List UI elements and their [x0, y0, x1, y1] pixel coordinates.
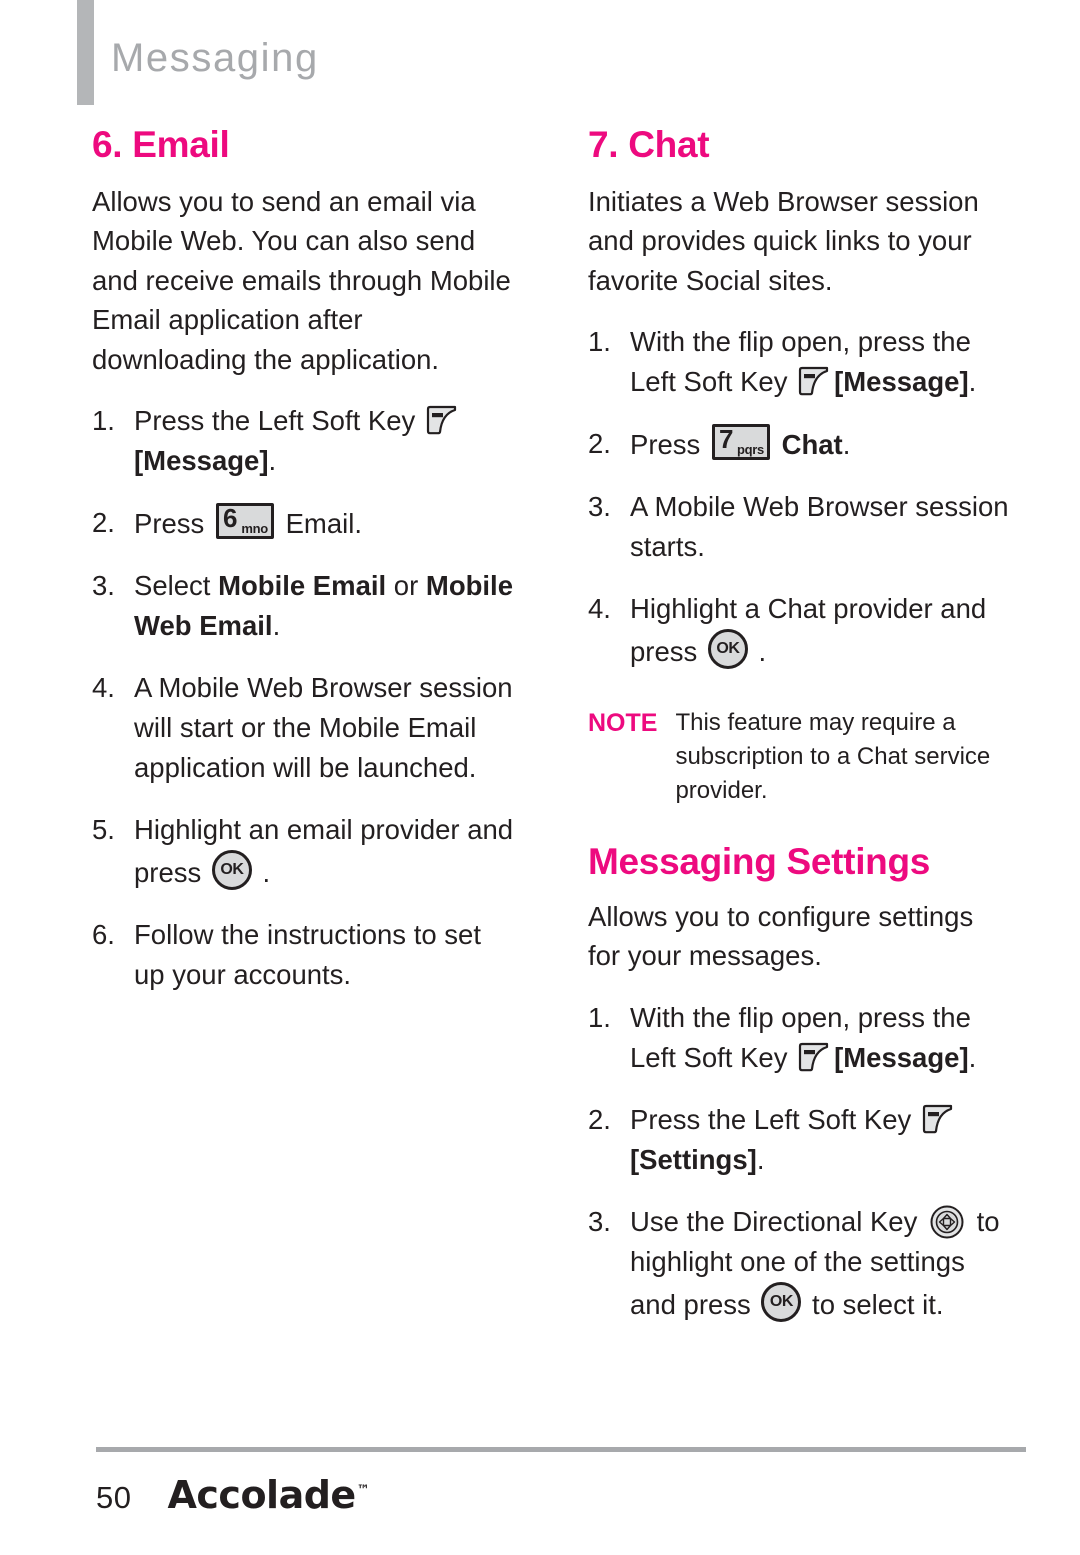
- step-mid-text: or: [386, 570, 426, 602]
- number-key-6-icon: 6 mno: [215, 503, 274, 540]
- header-accent-bar: [77, 0, 94, 105]
- step-item: 4. Highlight a Chat provider and press OK…: [588, 589, 1012, 672]
- number-key-digit: 6: [222, 503, 238, 534]
- step-text: A Mobile Web Browser session starts.: [630, 491, 1009, 563]
- step-number: 3.: [588, 1205, 611, 1237]
- number-key-letters: pqrs: [736, 442, 764, 458]
- step-item: 2. Press 7 pqrs Chat.: [588, 424, 1012, 465]
- step-number: 4.: [588, 593, 611, 625]
- brand-name: Accolade™: [167, 1473, 369, 1517]
- step-text: Follow the instructions to set up your a…: [134, 919, 481, 991]
- step-item: 2. Press the Left Soft Key [Settings].: [588, 1100, 1012, 1180]
- step-item: 1. With the flip open, press the Left Sof…: [588, 998, 1012, 1078]
- step-trailing: .: [272, 610, 281, 642]
- left-soft-key-icon: [922, 1104, 955, 1134]
- page-footer: 50 Accolade™: [96, 1395, 1080, 1555]
- step-trailing: .: [968, 1041, 977, 1073]
- step-bold-text: Mobile Email: [218, 570, 387, 602]
- step-text-after: .: [254, 857, 271, 889]
- section-heading-chat: 7. Chat: [588, 124, 710, 165]
- step-bold-text: [Settings]: [630, 1143, 757, 1175]
- step-text: Use the Directional Key: [630, 1205, 925, 1237]
- running-header: Messaging: [77, 0, 319, 105]
- page-number: 50: [96, 1480, 132, 1515]
- page-title: Messaging: [111, 36, 319, 80]
- section-heading-messaging-settings: Messaging Settings: [588, 841, 931, 883]
- left-soft-key-icon: [798, 1042, 831, 1072]
- section-intro-chat: Initiates a Web Browser session and prov…: [588, 185, 979, 296]
- ok-key-icon: OK: [761, 1281, 802, 1322]
- step-text: A Mobile Web Browser session will start …: [134, 672, 513, 784]
- step-text: Press: [134, 508, 212, 540]
- step-bold-text: Chat: [781, 429, 843, 461]
- ok-key-icon: OK: [707, 629, 748, 670]
- step-number: 3.: [588, 491, 611, 523]
- step-trailing: .: [842, 429, 851, 461]
- step-item: 3. Select Mobile Email or Mobile Web Emai…: [92, 566, 516, 646]
- step-item: 1. Press the Left Soft Key [Message].: [92, 401, 516, 481]
- directional-key-icon: [929, 1204, 965, 1240]
- step-text-after: .: [750, 636, 767, 668]
- section-heading-email: 6. Email: [92, 124, 230, 165]
- step-number: 1.: [92, 405, 115, 437]
- step-number: 1.: [588, 326, 611, 358]
- note-text: This feature may require a subscription …: [675, 709, 991, 805]
- step-text: Select: [134, 570, 219, 602]
- trademark-symbol: ™: [356, 1483, 370, 1499]
- step-number: 2.: [588, 1103, 611, 1135]
- note-label: NOTE: [588, 709, 658, 738]
- step-text: Press the Left Soft Key: [630, 1103, 919, 1135]
- step-item: 2. Press 6 mno Email.: [92, 503, 516, 544]
- ok-key-label: OK: [769, 1292, 794, 1310]
- step-item: 6. Follow the instructions to set up your…: [92, 915, 516, 995]
- step-trailing: .: [268, 445, 277, 477]
- section-intro-email: Allows you to send an email via Mobile W…: [92, 185, 511, 375]
- step-text: Press the Left Soft Key: [134, 405, 423, 437]
- step-item: 5. Highlight an email provider and press …: [92, 810, 516, 893]
- step-bold-text: [Message]: [834, 366, 969, 398]
- step-number: 6.: [92, 919, 115, 951]
- steps-list-email: 1. Press the Left Soft Key [Message]. 2. P…: [92, 401, 516, 995]
- number-key-digit: 7: [718, 424, 734, 455]
- footer-content: 50 Accolade™: [96, 1473, 370, 1517]
- footer-divider: [96, 1447, 1026, 1452]
- step-trailing: .: [968, 366, 977, 398]
- step-text-after: Email.: [277, 508, 362, 540]
- steps-list-chat: 1. With the flip open, press the Left Sof…: [588, 322, 1012, 672]
- left-soft-key-icon: [426, 405, 459, 435]
- step-item: 4. A Mobile Web Browser session will star…: [92, 668, 516, 788]
- left-column: 6. Email Allows you to send an email via…: [92, 124, 516, 1325]
- step-number: 2.: [92, 507, 115, 539]
- number-key-letters: mno: [241, 521, 268, 537]
- step-text: Press: [630, 429, 708, 461]
- content-columns: 6. Email Allows you to send an email via…: [92, 124, 1012, 1325]
- step-bold-text: [Message]: [134, 445, 269, 477]
- step-trailing: .: [756, 1143, 765, 1175]
- number-key-7-icon: 7 pqrs: [711, 424, 770, 461]
- note-block: NOTE This feature may require a subscrip…: [588, 706, 1012, 808]
- step-number: 2.: [588, 428, 611, 460]
- ok-key-label: OK: [716, 640, 740, 658]
- step-item: 3. A Mobile Web Browser session starts.: [588, 487, 1012, 567]
- step-number: 1.: [588, 1001, 611, 1033]
- step-item: 3. Use the Directional Key to highlight o…: [588, 1202, 1012, 1325]
- step-item: 1. With the flip open, press the Left Sof…: [588, 322, 1012, 402]
- step-text: Highlight a Chat provider and press: [630, 593, 987, 668]
- left-soft-key-icon: [798, 366, 831, 396]
- brand-label: Accolade: [167, 1473, 356, 1517]
- steps-list-messaging-settings: 1. With the flip open, press the Left Sof…: [588, 998, 1012, 1325]
- step-number: 5.: [92, 814, 115, 846]
- step-number: 4.: [92, 672, 115, 704]
- ok-key-icon: OK: [211, 850, 252, 891]
- section-intro-messaging-settings: Allows you to configure settings for you…: [588, 900, 974, 972]
- step-text: Highlight an email provider and press: [134, 814, 514, 889]
- right-column: 7. Chat Initiates a Web Browser session …: [588, 124, 1012, 1325]
- step-number: 3.: [92, 570, 115, 602]
- step-bold-text: [Message]: [834, 1041, 969, 1073]
- ok-key-label: OK: [220, 861, 244, 879]
- step-text-after: to select it.: [804, 1288, 944, 1320]
